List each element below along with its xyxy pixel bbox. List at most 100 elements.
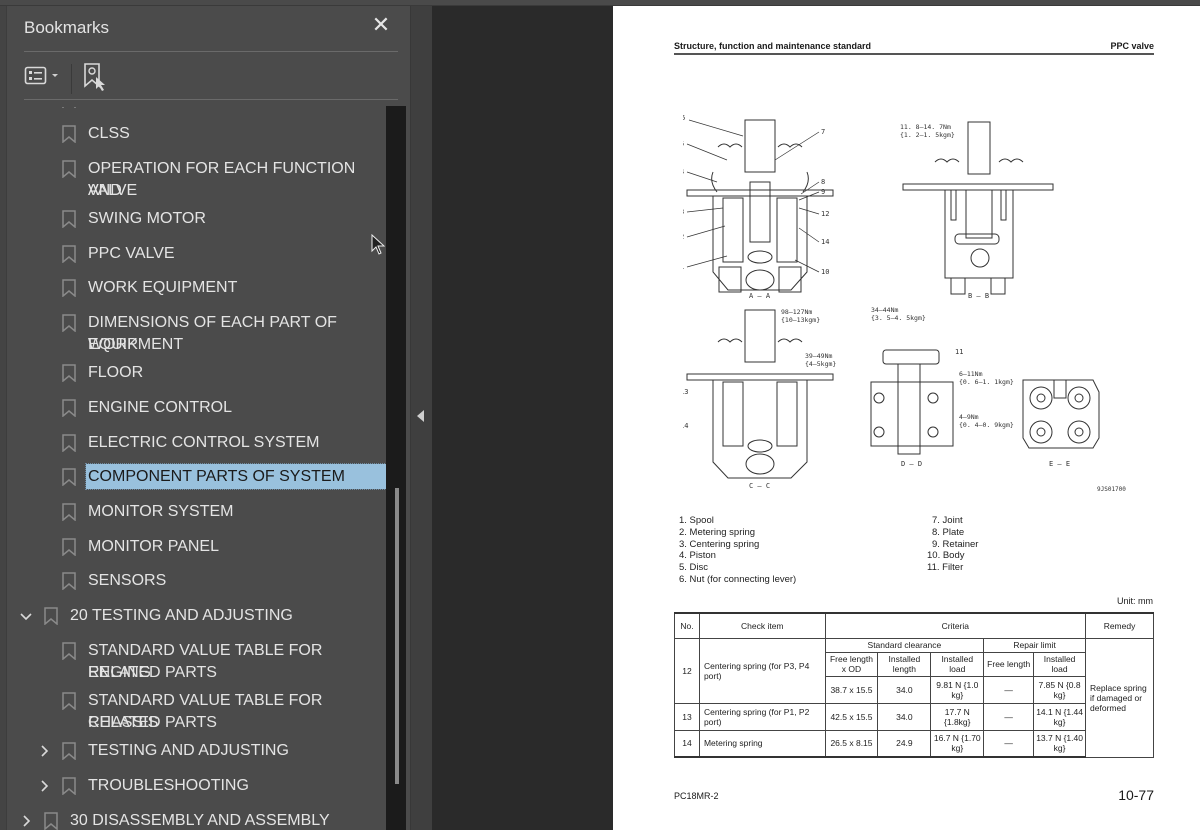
header-free-length: Free length (983, 651, 1035, 677)
cell-rl-free: — (983, 729, 1035, 758)
bookmark-options-button[interactable] (24, 64, 64, 88)
bookmark-label: TESTING AND ADJUSTING (88, 742, 289, 760)
bookmark-icon (62, 210, 76, 229)
torque-bb-kgm: {1. 2–1. 5kgm} (900, 131, 955, 139)
chevron-right-icon[interactable] (37, 776, 51, 796)
callout-6: 6 (683, 114, 685, 122)
callout-12: 12 (821, 210, 829, 218)
legend-item: 6. Nut (for connecting lever) (679, 573, 797, 585)
view-dd (870, 349, 954, 455)
page-number: 10-77 (1118, 787, 1154, 803)
collapse-left-arrow-icon[interactable] (417, 410, 424, 422)
torque-cc1-nm: 98–127Nm (781, 308, 812, 316)
legend-item: 5. Disc (679, 562, 709, 574)
bookmark-label: MONITOR PANEL (88, 537, 219, 555)
header-remedy: Remedy (1085, 612, 1154, 639)
legend-left: 1. Spool 2. Metering spring 3. Centering… (679, 515, 796, 586)
row-no: 14 (674, 729, 700, 758)
pdf-page: Structure, function and maintenance stan… (613, 6, 1200, 830)
cell-inst-len: 24.9 (877, 729, 932, 758)
bookmark-label: WORK EQUIPMENT (88, 279, 238, 297)
header-installed-load-limit: Installed load (1033, 651, 1087, 677)
callout-3: 3 (683, 208, 684, 216)
find-current-bookmark-button[interactable] (82, 62, 110, 92)
torque-cc2-nm: 39–49Nm (805, 352, 832, 360)
cell-rl-free: — (983, 675, 1035, 704)
bookmark-icon (62, 572, 76, 591)
view-cc-labels: 98–127Nm {10–13kgm} 39–49Nm {4–5kgm} 13 … (683, 308, 836, 490)
cell-free-od: 26.5 x 8.15 (824, 729, 879, 758)
view-bb (902, 121, 1054, 295)
bookmark-label: FLOOR (88, 364, 144, 382)
view-label-bb: B – B (968, 292, 989, 300)
legend-right: 7. Joint 8. Plate 9. Retainer 10. Body 1… (927, 515, 982, 574)
panel-splitter[interactable] (410, 6, 432, 830)
cell-inst-load: 9.81 N {1.0 kg} (930, 675, 985, 704)
page-header-right: PPC valve (1110, 41, 1154, 51)
legend-item: 9. Retainer (932, 538, 979, 550)
torque-dd2-nm: 6–11Nm (959, 370, 983, 378)
cell-inst-len: 34.0 (877, 702, 932, 731)
view-aa (686, 119, 834, 293)
bookmark-label: ENGINE CONTROL (88, 398, 233, 416)
page-header-left: Structure, function and maintenance stan… (674, 41, 872, 51)
find-current-bookmark-icon (84, 63, 105, 91)
bookmark-icon (62, 314, 76, 333)
chevron-right-icon[interactable] (19, 811, 33, 830)
unit-label: Unit: mm (1117, 596, 1153, 606)
header-installed-length: Installed length (877, 651, 932, 677)
header-criteria: Criteria (824, 612, 1087, 639)
row-item: Metering spring (698, 729, 826, 758)
row-item: Centering spring (for P1, P2 port) (698, 702, 826, 731)
bookmark-label: ELECTRIC CONTROL SYSTEM (88, 433, 320, 451)
chevron-right-icon[interactable] (37, 741, 51, 761)
callout-9: 9 (821, 188, 825, 196)
torque-cc2-kgm: {4–5kgm} (805, 360, 836, 368)
torque-ee-nm: 4–9Nm (959, 413, 979, 421)
row-no: 12 (674, 637, 700, 704)
header-rule (674, 53, 1154, 55)
bookmark-label: TROUBLESHOOTING (88, 776, 249, 794)
bookmark-label-line2: EQUIPMENT (88, 336, 184, 353)
bookmark-label-line2: VALVE (88, 181, 138, 199)
cell-rl-load: 13.7 N {1.40 kg} (1033, 729, 1087, 758)
torque-dd2-kgm: {0. 6–1. 1kgm} (959, 378, 1014, 386)
view-label-cc: C – C (749, 482, 770, 490)
cell-rl-free: — (983, 702, 1035, 731)
divider (24, 51, 398, 52)
row-item: Centering spring (for P3, P4 port) (698, 637, 826, 704)
bookmark-label-line2: RELATED PARTS (88, 714, 217, 731)
bookmark-label: SWING MOTOR (88, 209, 206, 227)
close-icon[interactable]: ✕ (370, 15, 392, 37)
legend-item: 2. Metering spring (679, 526, 756, 538)
bookmark-icon (62, 364, 76, 383)
scrollbar-thumb[interactable] (395, 488, 399, 784)
torque-dd-nm: 34–44Nm (871, 306, 898, 314)
header-repair-limit: Repair limit (983, 637, 1087, 653)
bookmark-icon (44, 607, 58, 626)
bookmark-icon (62, 503, 76, 522)
list-options-icon (24, 66, 58, 85)
bookmark-icon (62, 692, 76, 711)
cell-inst-load: 16.7 N {1.70 kg} (930, 729, 985, 758)
header-check-item: Check item (698, 612, 826, 639)
torque-ee-kgm: {0. 4–0. 9kgm} (959, 421, 1014, 429)
callout-11: 11 (955, 348, 963, 356)
view-ee-labels: 4–9Nm {0. 4–0. 9kgm} E – E 9JS01700 (959, 413, 1126, 493)
header-free-length-od: Free length x OD (824, 651, 879, 677)
view-label-dd: D – D (901, 460, 922, 468)
bookmark-icon (62, 159, 76, 179)
panel-title: Bookmarks (24, 18, 110, 37)
callout-14-cc: 14 (683, 422, 688, 430)
legend-item: 4. Piston (679, 550, 716, 562)
callout-8: 8 (821, 178, 825, 186)
callout-7: 7 (821, 128, 825, 136)
bookmark-icon (62, 125, 76, 144)
legend-item: 1. Spool (679, 515, 714, 526)
cell-inst-len: 34.0 (877, 675, 932, 704)
bookmark-scrollbar[interactable] (386, 106, 406, 830)
row-no: 13 (674, 702, 700, 731)
bookmark-icon (62, 468, 76, 487)
view-label-ee: E – E (1049, 460, 1070, 468)
chevron-down-icon[interactable] (19, 606, 33, 626)
